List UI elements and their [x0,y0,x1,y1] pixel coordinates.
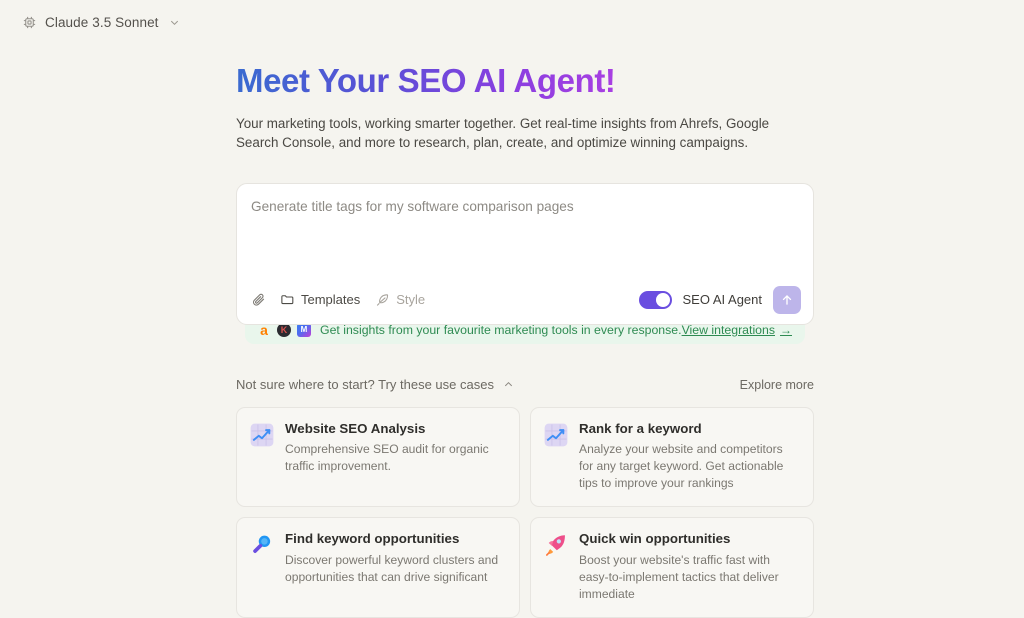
usecase-card-desc: Analyze your website and competitors for… [579,442,784,491]
model-name-label: Claude 3.5 Sonnet [45,14,159,30]
integrations-text: Get insights from your favourite marketi… [320,323,682,338]
feather-icon [375,292,390,307]
style-button[interactable]: Style [374,290,426,309]
send-button[interactable] [773,285,801,314]
usecase-card-desc: Comprehensive SEO audit for organic traf… [285,442,489,474]
view-integrations-label: View integrations [681,323,775,338]
usecases-toggle[interactable]: Not sure where to start? Try these use c… [236,377,514,392]
usecase-card-title: Find keyword opportunities [285,531,460,547]
model-selector[interactable]: Claude 3.5 Sonnet [22,10,180,34]
marketing-tool-icon: M [297,323,311,338]
arrow-right-icon: → [780,323,792,338]
page-subtitle: Your marketing tools, working smarter to… [236,115,770,151]
usecase-card-find-keyword-opportunities[interactable]: Find keyword opportunities Discover powe… [236,517,520,618]
chart-increasing-icon [543,422,569,448]
usecase-card-desc: Boost your website's traffic fast with e… [579,552,779,601]
arrow-up-icon [780,293,794,307]
seo-ai-agent-toggle[interactable] [638,290,672,309]
usecases-title-label: Not sure where to start? Try these use c… [236,377,494,393]
main-content: Meet Your SEO AI Agent! Your marketing t… [236,0,814,618]
usecase-card-title: Quick win opportunities [579,531,731,547]
usecase-card-title: Rank for a keyword [579,420,702,436]
usecase-card-website-seo-analysis[interactable]: Website SEO Analysis Comprehensive SEO a… [236,406,520,508]
prompt-composer: Templates Style [236,182,814,325]
explore-more-link[interactable]: Explore more [740,378,814,392]
templates-label: Templates [301,292,361,308]
usecase-card-grid: Website SEO Analysis Comprehensive SEO a… [236,406,814,618]
usecase-card-title: Website SEO Analysis [285,420,426,436]
usecase-card-quick-win-opportunities[interactable]: Quick win opportunities Boost your websi… [530,517,814,618]
templates-button[interactable]: Templates [279,290,361,309]
usecase-card-rank-for-a-keyword[interactable]: Rank for a keyword Analyze your website … [530,406,814,508]
composer-area: Templates Style [236,182,814,344]
integration-logos: a K M [257,322,311,339]
page-title: Meet Your SEO AI Agent! [236,62,616,99]
prompt-input[interactable] [251,198,799,214]
usecase-card-desc: Discover powerful keyword clusters and o… [285,552,499,584]
rocket-icon [543,532,569,558]
chevron-down-icon[interactable] [167,17,180,28]
paperclip-icon[interactable] [251,292,266,307]
ahrefs-icon: a [260,322,268,339]
composer-toolbar: Templates Style SEO AI Agent [237,276,813,324]
seo-ai-agent-label: SEO AI Agent [682,292,763,308]
google-search-console-icon: K [277,323,291,338]
chevron-up-icon [503,379,514,390]
chip-icon [22,15,37,30]
style-label: Style [396,292,426,308]
toggle-knob [655,292,670,307]
chart-increasing-icon [249,422,275,448]
folder-icon [280,292,295,307]
usecases-header: Not sure where to start? Try these use c… [236,376,814,394]
view-integrations-link[interactable]: View integrations → [682,323,792,337]
magnifier-icon [249,532,275,558]
